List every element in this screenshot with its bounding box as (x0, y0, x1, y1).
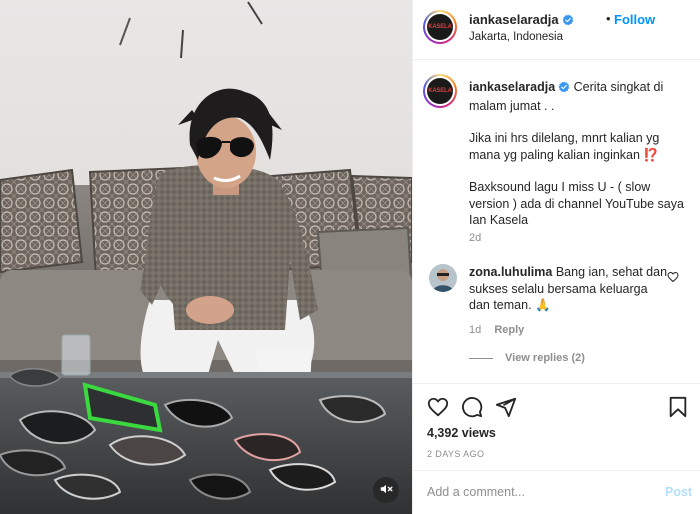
mute-button[interactable] (373, 477, 399, 503)
caption-line-2: Jika ini hrs dilelang, mnrt kalian yg ma… (469, 131, 660, 162)
reply-button[interactable]: Reply (494, 324, 524, 336)
caption-author-avatar[interactable]: KASELA (423, 74, 457, 108)
comment-timestamp[interactable]: 1d (469, 324, 481, 336)
verified-badge-icon (558, 81, 570, 98)
share-icon[interactable] (495, 396, 517, 421)
speaker-muted-icon (379, 482, 393, 499)
post-media[interactable] (0, 0, 412, 514)
avatar-logo-text: KASELA (428, 23, 452, 30)
author-avatar[interactable]: KASELA (423, 10, 457, 44)
avatar-logo-text: KASELA (428, 87, 452, 94)
location-link[interactable]: Jakarta, Indonesia (469, 31, 563, 43)
author-username-text: iankaselaradja (469, 12, 559, 27)
separator-dot: • (606, 11, 611, 26)
comment-like-heart-icon[interactable] (667, 270, 679, 286)
post-caption: iankaselaradja Cerita singkat di malam j… (469, 79, 691, 245)
commenter-username[interactable]: zona.luhulima (469, 265, 552, 279)
verified-badge-icon (562, 14, 574, 29)
replies-divider (469, 357, 493, 359)
view-replies-button[interactable]: View replies (2) (469, 352, 585, 364)
author-username[interactable]: iankaselaradja (469, 12, 574, 29)
comment-item: zona.luhulima Bang ian, sehat dan sukses… (469, 264, 669, 314)
post-header: KASELA iankaselaradja • Follow Jakarta, … (413, 0, 700, 60)
caption-username[interactable]: iankaselaradja (469, 80, 555, 94)
comment-meta: 1d Reply (469, 324, 524, 336)
bookmark-icon[interactable] (667, 396, 689, 421)
post-date[interactable]: 2 DAYS AGO (427, 449, 484, 459)
heart-icon[interactable] (427, 396, 449, 421)
post-details-panel: KASELA iankaselaradja • Follow Jakarta, … (412, 0, 700, 514)
comment-input[interactable]: Add a comment... (427, 485, 627, 499)
comment-icon[interactable] (461, 396, 483, 421)
caption-line-3: Baxksound lagu I miss U - ( slow version… (469, 180, 684, 227)
follow-button[interactable]: Follow (614, 12, 655, 27)
view-replies-label: View replies (2) (505, 352, 585, 364)
add-comment-bar: Add a comment... Post (413, 470, 700, 514)
post-comment-button[interactable]: Post (665, 485, 692, 499)
caption-timestamp[interactable]: 2d (469, 232, 481, 244)
post-video-frame (0, 0, 412, 514)
view-count[interactable]: 4,392 views (427, 426, 496, 440)
commenter-avatar[interactable] (429, 264, 457, 292)
